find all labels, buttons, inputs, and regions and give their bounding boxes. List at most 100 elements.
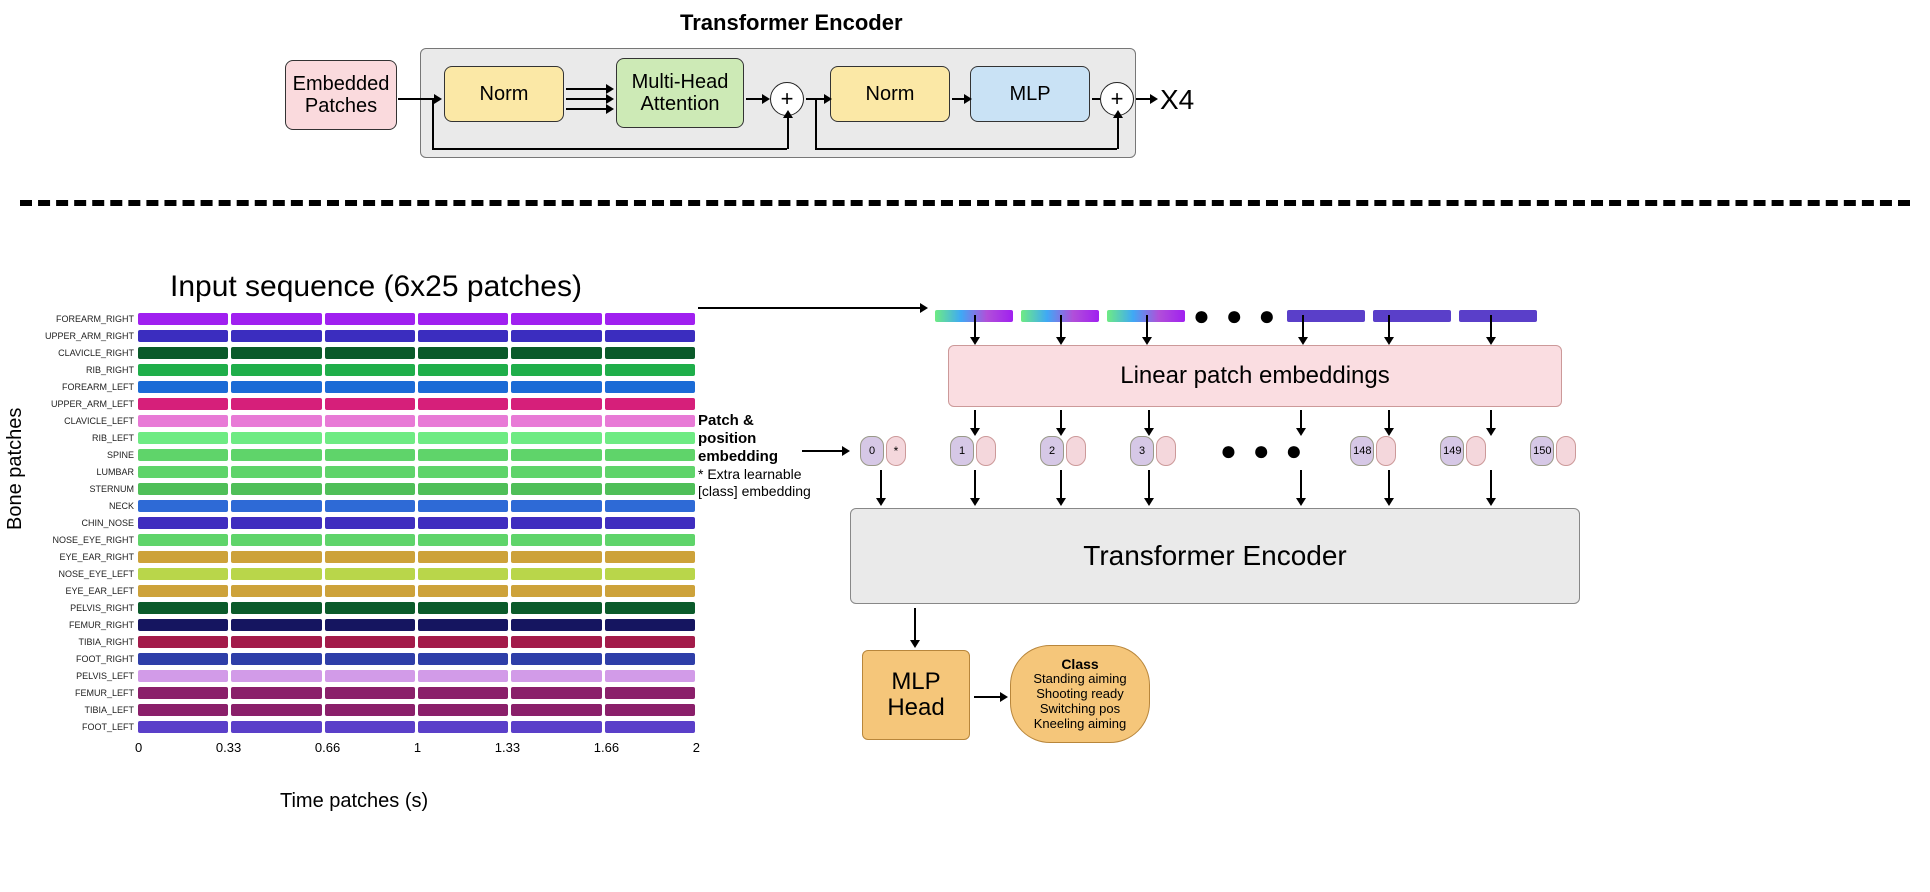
arrow-icon	[1148, 410, 1150, 428]
bone-cell	[231, 585, 321, 597]
bone-label: UPPER_ARM_RIGHT	[40, 331, 138, 341]
bone-cell	[138, 568, 228, 580]
bone-cell	[511, 619, 601, 631]
bone-cell	[418, 415, 508, 427]
bone-cells	[138, 483, 695, 495]
bone-label: FOOT_LEFT	[40, 722, 138, 732]
bone-cell	[605, 551, 695, 563]
bone-cells	[138, 687, 695, 699]
bone-cell	[138, 619, 228, 631]
norm-block-2: Norm	[830, 66, 950, 122]
bone-cell	[231, 398, 321, 410]
bone-cell	[138, 483, 228, 495]
arrow-icon	[1490, 470, 1492, 498]
transformer-encoder-block: Transformer Encoder	[850, 508, 1580, 604]
arrow-icon	[566, 108, 606, 110]
bone-label: NECK	[40, 501, 138, 511]
bone-cell	[231, 364, 321, 376]
bone-cell	[511, 483, 601, 495]
bone-cell	[325, 398, 415, 410]
bone-cell	[605, 636, 695, 648]
bone-cell	[325, 585, 415, 597]
bone-cells	[138, 500, 695, 512]
bone-cell	[231, 534, 321, 546]
bone-cell	[418, 466, 508, 478]
bone-cell	[231, 704, 321, 716]
bone-cell	[418, 653, 508, 665]
bone-row: LUMBAR	[40, 463, 695, 480]
bone-cell	[138, 466, 228, 478]
bone-cell	[511, 415, 601, 427]
bone-cell	[605, 364, 695, 376]
bone-cell	[418, 619, 508, 631]
bone-row: NOSE_EYE_LEFT	[40, 565, 695, 582]
mlp-head-block: MLP Head	[862, 650, 970, 740]
bone-cell	[511, 364, 601, 376]
arrow-icon	[974, 470, 976, 498]
arrow-icon	[815, 148, 1117, 150]
bone-cell	[605, 500, 695, 512]
time-patches-axis-label: Time patches (s)	[280, 790, 428, 813]
bone-cell	[418, 687, 508, 699]
arrow-icon	[1388, 410, 1390, 428]
bone-cells	[138, 398, 695, 410]
bone-cell	[325, 670, 415, 682]
bone-cell	[231, 347, 321, 359]
bone-cell	[418, 517, 508, 529]
bone-cells	[138, 602, 695, 614]
bone-cell	[511, 534, 601, 546]
class-token	[1466, 436, 1486, 466]
arrow-icon	[1388, 315, 1390, 337]
bone-cell	[418, 398, 508, 410]
bone-cell	[511, 313, 601, 325]
bone-label: FOREARM_LEFT	[40, 382, 138, 392]
bone-cell	[231, 517, 321, 529]
bone-cell	[325, 721, 415, 733]
bone-cell	[605, 432, 695, 444]
bone-cell	[325, 602, 415, 614]
bone-cells	[138, 347, 695, 359]
time-tick: 1.33	[495, 740, 520, 755]
bone-patches-axis-label: Bone patches	[4, 408, 27, 530]
bone-label: NOSE_EYE_LEFT	[40, 569, 138, 579]
bone-cell	[511, 687, 601, 699]
input-sequence-title: Input sequence (6x25 patches)	[170, 270, 582, 304]
bone-patch-grid: FOREARM_RIGHTUPPER_ARM_RIGHTCLAVICLE_RIG…	[40, 310, 695, 735]
bone-cell	[511, 653, 601, 665]
token-pair: 149	[1440, 436, 1486, 466]
bone-cell	[231, 653, 321, 665]
class-token	[1066, 436, 1086, 466]
bone-label: TIBIA_LEFT	[40, 705, 138, 715]
bone-row: SPINE	[40, 446, 695, 463]
bone-cell	[231, 415, 321, 427]
bone-label: LUMBAR	[40, 467, 138, 477]
bone-cell	[231, 381, 321, 393]
bone-label: STERNUM	[40, 484, 138, 494]
bone-cell	[605, 398, 695, 410]
bone-cell	[231, 636, 321, 648]
arrow-icon	[1136, 98, 1150, 100]
bone-cell	[325, 687, 415, 699]
bone-cell	[325, 517, 415, 529]
bone-row: PELVIS_RIGHT	[40, 599, 695, 616]
arrow-icon	[1060, 470, 1062, 498]
arrow-icon	[1300, 470, 1302, 498]
bone-cell	[511, 551, 601, 563]
bone-cells	[138, 517, 695, 529]
bone-cell	[138, 347, 228, 359]
bone-cell	[231, 551, 321, 563]
bone-cell	[325, 432, 415, 444]
bone-cells	[138, 585, 695, 597]
arrow-icon	[746, 98, 762, 100]
bone-cell	[325, 704, 415, 716]
position-token: 1	[950, 436, 974, 466]
arrow-icon	[1300, 410, 1302, 428]
bone-cell	[138, 415, 228, 427]
class-token	[1376, 436, 1396, 466]
bone-row: FOREARM_RIGHT	[40, 310, 695, 327]
patch-strip	[1459, 310, 1537, 322]
arrow-icon	[698, 307, 920, 309]
bone-cell	[511, 432, 601, 444]
arrow-icon	[1490, 410, 1492, 428]
bone-cell	[138, 636, 228, 648]
